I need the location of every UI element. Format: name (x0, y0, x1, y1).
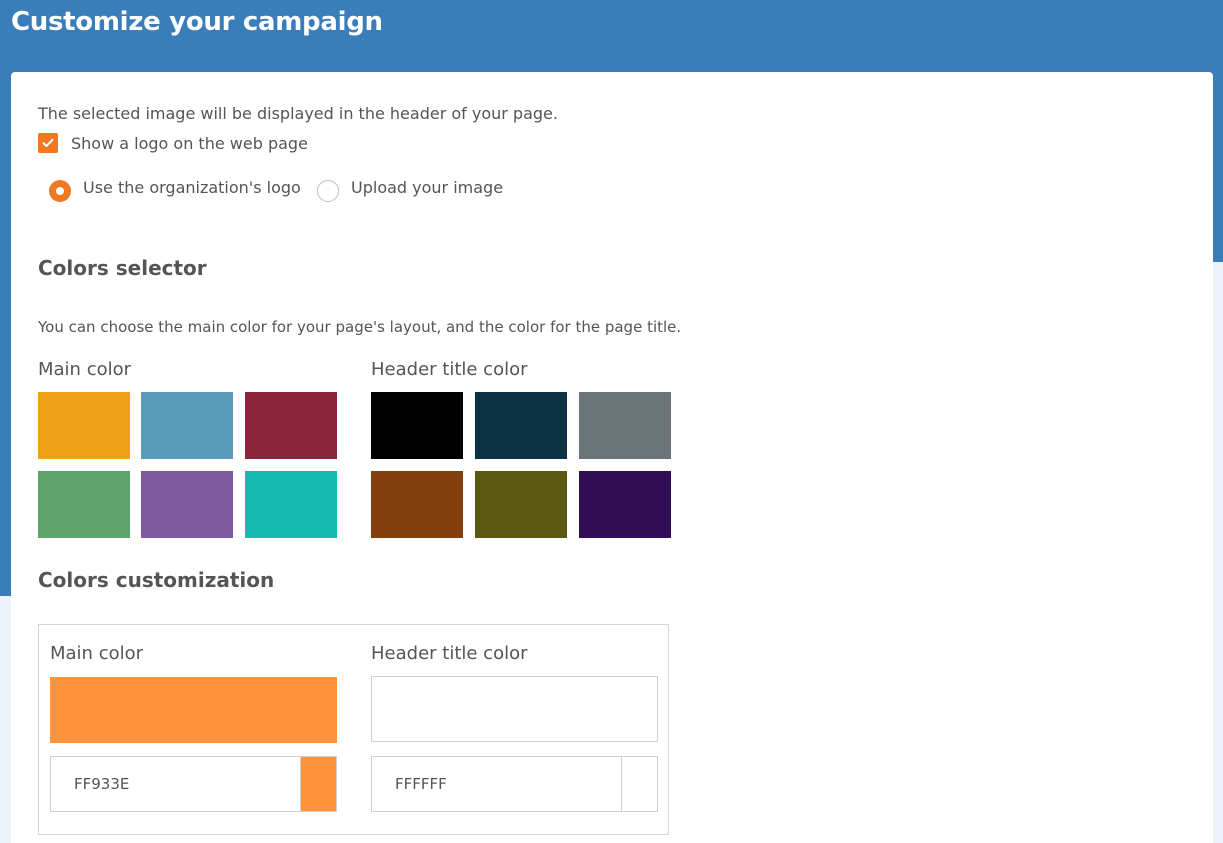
main-color-swatch[interactable] (245, 471, 337, 538)
main-color-swatch[interactable] (38, 471, 130, 538)
main-color-swatch[interactable] (141, 471, 233, 538)
main-color-preview (50, 677, 337, 743)
header-title-color-swatch[interactable] (371, 392, 463, 459)
colors-customization-heading: Colors customization (38, 568, 275, 592)
header-title-color-swatch[interactable] (371, 471, 463, 538)
header-title-color-preview (371, 676, 658, 742)
header-title-color-chip[interactable] (621, 757, 657, 811)
main-color-swatch[interactable] (245, 392, 337, 459)
main-color-label: Main color (38, 359, 132, 380)
header-title-color-hex-input[interactable] (372, 757, 621, 811)
colors-selector-description: You can choose the main color for your p… (38, 318, 682, 336)
header-title-color-swatch[interactable] (475, 392, 567, 459)
colors-customization-panel: Main color Header title color (38, 624, 669, 835)
main-color-swatch[interactable] (38, 392, 130, 459)
main-color-chip[interactable] (300, 757, 336, 811)
show-logo-checkbox-row[interactable]: Show a logo on the web page (38, 133, 308, 153)
logo-description: The selected image will be displayed in … (38, 104, 558, 123)
show-logo-checkbox[interactable] (38, 133, 58, 153)
custom-main-color-label: Main color (50, 643, 144, 664)
colors-selector-heading: Colors selector (38, 256, 207, 280)
checkmark-icon (42, 138, 54, 147)
show-logo-label: Show a logo on the web page (71, 133, 308, 153)
header-title-color-swatch[interactable] (579, 392, 671, 459)
radio-use-org-logo[interactable]: Use the organization's logo (49, 176, 301, 202)
header-title-color-swatch[interactable] (475, 471, 567, 538)
main-color-hex-field (50, 756, 337, 812)
header-title-color-swatch[interactable] (579, 471, 671, 538)
header-title-color-label: Header title color (371, 359, 528, 380)
main-color-swatch[interactable] (141, 392, 233, 459)
radio-button-unselected[interactable] (317, 180, 339, 202)
main-color-hex-input[interactable] (51, 757, 300, 811)
customization-card: The selected image will be displayed in … (11, 72, 1213, 843)
header-title-color-hex-field (371, 756, 658, 812)
radio-upload-image[interactable]: Upload your image (317, 176, 504, 202)
custom-header-title-color-label: Header title color (371, 643, 528, 664)
radio-upload-image-label: Upload your image (351, 177, 504, 197)
radio-use-org-logo-label: Use the organization's logo (83, 177, 301, 197)
page-title: Customize your campaign (11, 7, 383, 37)
radio-button-selected[interactable] (49, 180, 71, 202)
